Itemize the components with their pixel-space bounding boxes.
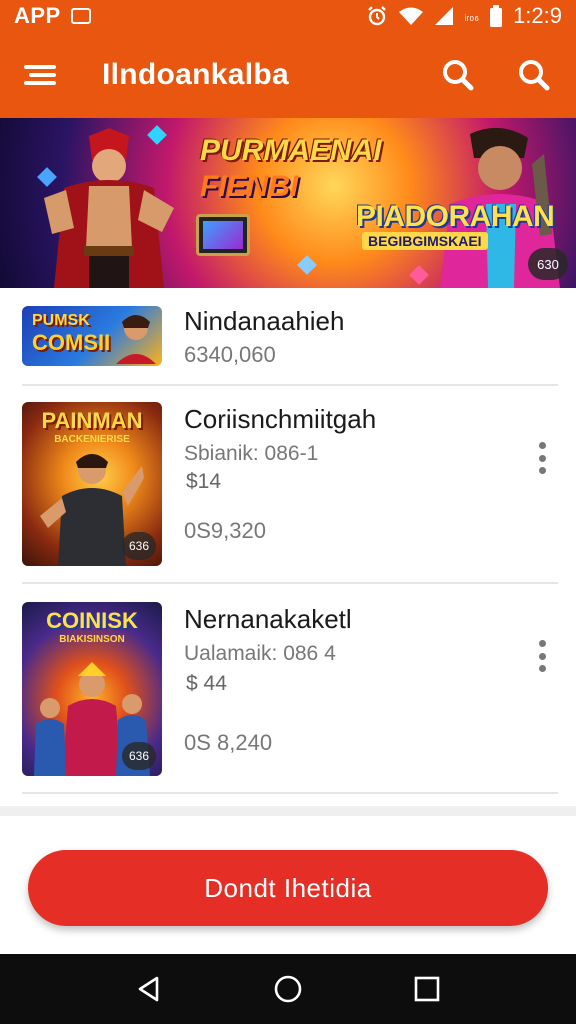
primary-action-button[interactable]: Dondt Ihetidia (28, 850, 548, 926)
item-count: 0S 8,240 (184, 730, 273, 755)
recents-icon[interactable] (407, 969, 447, 1009)
search-icon[interactable] (438, 55, 478, 95)
thumbnail-subtitle: BIAKISINSON (59, 634, 125, 645)
item-count: 6340,060 (184, 342, 276, 367)
more-options-icon[interactable] (528, 636, 556, 676)
screen-icon (70, 8, 91, 24)
character-icon (116, 315, 156, 364)
banner-tagline: BEGIBGIMSKAEI (362, 232, 488, 250)
item-price: $14 (186, 470, 222, 493)
banner-title: PURMAENAI (200, 134, 382, 167)
item-name: Nindanaahieh (184, 306, 345, 336)
banner-badge: 630 (528, 248, 568, 280)
list-item[interactable]: PAINMAN BACKENIERISE 636 Coriisnchmiitga… (0, 386, 576, 584)
banner-brand: PIADORAHAN (356, 200, 555, 233)
menu-icon[interactable] (22, 57, 58, 93)
status-app-label: APP (14, 3, 61, 28)
game-thumbnail: COINISK BIAKISINSON 636 (22, 602, 162, 776)
item-count: 0S9,320 (184, 518, 266, 543)
section-separator (0, 806, 576, 816)
item-name: Nernanakaketl (184, 604, 352, 634)
thumbnail-subtitle: BACKENIERISE (54, 434, 130, 445)
app-screen: APP ᵢᵣ₀₆ 1:2:9 Ilndoankalba PURMAENAI FI… (0, 0, 576, 1024)
status-time: 1:2:9 (513, 3, 562, 28)
battery-icon (489, 5, 503, 27)
back-icon[interactable] (129, 969, 169, 1009)
thumbnail-title: PAINMAN (41, 408, 143, 433)
tablet-icon (196, 214, 250, 256)
list-item[interactable]: COINISK BIAKISINSON 636 Nernanakaketl Ua… (0, 584, 576, 794)
home-icon[interactable] (268, 969, 308, 1009)
more-options-icon[interactable] (528, 438, 556, 478)
thumbnail-title: COINISK (46, 608, 138, 633)
divider (22, 792, 558, 794)
status-bar: APP ᵢᵣ₀₆ 1:2:9 (0, 0, 576, 32)
game-thumbnail: PUMSK COMSII (22, 306, 162, 366)
network-text: ᵢᵣ₀₆ (464, 9, 480, 23)
alarm-icon (366, 5, 388, 27)
item-meta: Sbianik: 086-1 (184, 442, 319, 465)
app-title: Ilndoankalba (102, 58, 289, 91)
thumbnail-badge: 636 (122, 742, 156, 770)
status-right: ᵢᵣ₀₆ 1:2:9 (366, 3, 562, 29)
list-item[interactable]: PUMSK COMSII Nindanaahieh 6340,060 (0, 288, 576, 384)
signal-icon (434, 6, 454, 26)
search-icon[interactable] (514, 55, 554, 95)
promo-banner[interactable]: PURMAENAI FIENBI PIADORAHAN BEGIBGIMSKAE… (0, 118, 576, 288)
wifi-icon (398, 6, 424, 26)
thumbnail-badge: 636 (122, 532, 156, 560)
item-price: $ 44 (186, 672, 227, 695)
warrior-character-image (44, 128, 174, 288)
app-bar-actions (438, 55, 554, 95)
item-meta: Ualamaik: 086 4 (184, 642, 336, 665)
game-thumbnail: PAINMAN BACKENIERISE 636 (22, 402, 162, 566)
item-name: Coriisnchmiitgah (184, 404, 377, 434)
gem-icon (297, 255, 317, 275)
status-left: APP (14, 3, 91, 29)
banner-subtitle: FIENBI (200, 170, 299, 203)
app-bar: Ilndoankalba (0, 32, 576, 118)
system-nav-bar (0, 954, 576, 1024)
